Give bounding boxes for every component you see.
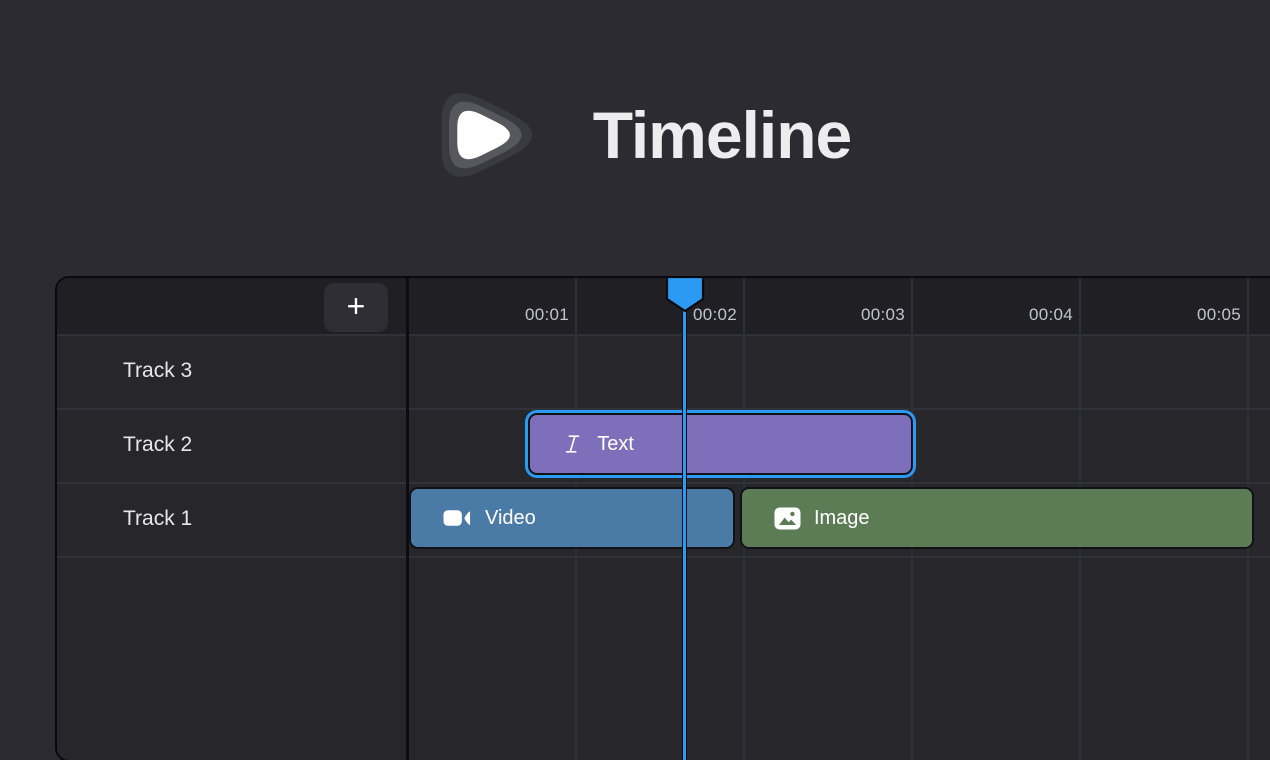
- lane-track-2: Text: [409, 408, 1270, 482]
- lane-track-3: [409, 334, 1270, 408]
- lane-track-1: Video Image: [409, 482, 1270, 556]
- timeline-panel: 00:0100:0200:0300:0400:05 Text: [55, 276, 1270, 760]
- clip-label: Image: [814, 507, 870, 530]
- time-ruler[interactable]: 00:0100:0200:0300:0400:05: [409, 278, 1270, 334]
- ruler-tick-label: 00:03: [745, 278, 905, 334]
- video-camera-icon: [443, 507, 472, 529]
- add-track-button[interactable]: +: [324, 283, 388, 332]
- track-sidebar: + Track 3 Track 2 Track 1: [57, 278, 409, 760]
- track-label-track-1: Track 1: [57, 482, 406, 556]
- app-header: Timeline: [0, 62, 1270, 208]
- playhead-line: [682, 304, 687, 760]
- track-label-track-3: Track 3: [57, 334, 406, 408]
- play-blob-icon: [419, 62, 571, 208]
- clip-text[interactable]: Text: [528, 413, 913, 475]
- ruler-tick-label: 00:01: [409, 278, 569, 334]
- ruler-tick-label: 00:02: [577, 278, 737, 334]
- timeline-content[interactable]: 00:0100:0200:0300:0400:05 Text: [409, 278, 1270, 760]
- ruler-tick-label: 00:04: [913, 278, 1073, 334]
- image-icon: [774, 507, 801, 530]
- track-label-track-2: Track 2: [57, 408, 406, 482]
- app-title: Timeline: [593, 97, 852, 173]
- ruler-tick-label: 00:05: [1081, 278, 1241, 334]
- italic-text-icon: [562, 432, 584, 456]
- playhead-flag[interactable]: [665, 276, 705, 313]
- clip-label: Video: [485, 507, 536, 530]
- clip-image[interactable]: Image: [740, 487, 1254, 549]
- clip-label: Text: [597, 433, 634, 456]
- app-background: Timeline 00:0100:0200:0300:0400:05 Text: [0, 0, 1270, 760]
